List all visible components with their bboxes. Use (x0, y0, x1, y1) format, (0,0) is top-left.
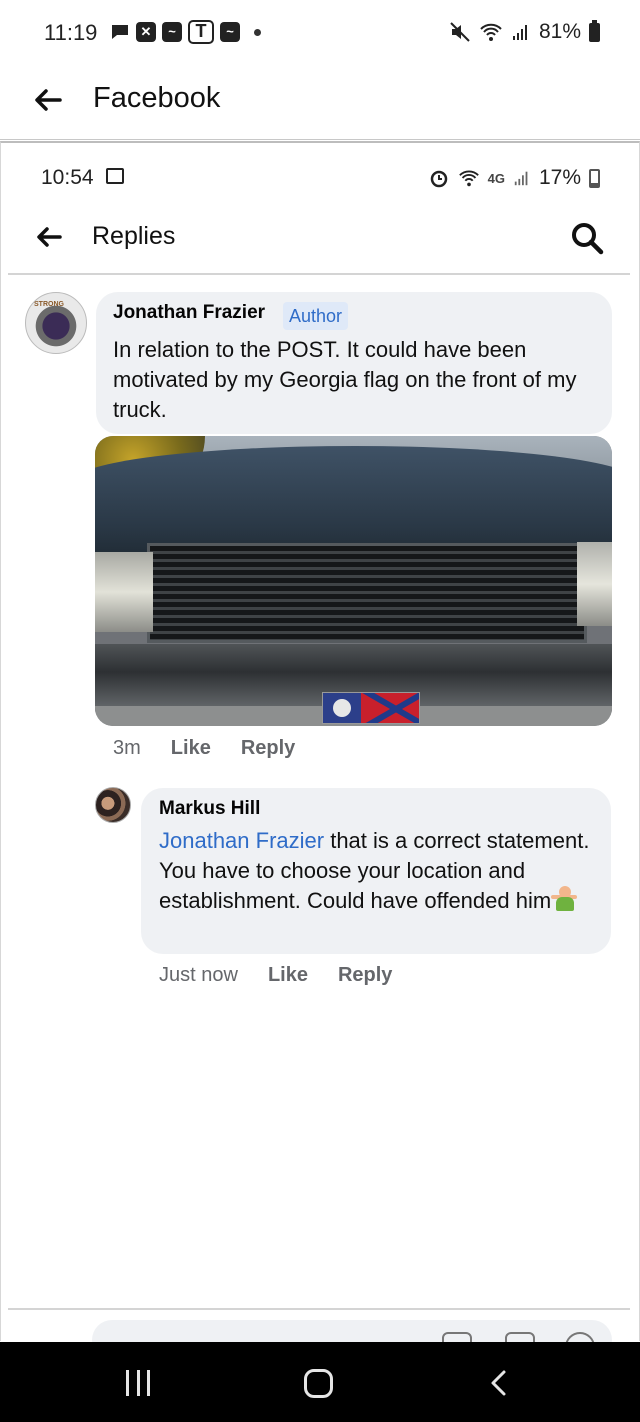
back-arrow-icon[interactable] (34, 222, 64, 252)
back-arrow-icon[interactable] (32, 84, 64, 116)
comment-photo-truck-grille[interactable] (95, 436, 612, 726)
person-shrugging-emoji-icon (551, 886, 578, 912)
comment-author-name[interactable]: Jonathan Frazier (113, 302, 265, 324)
like-button[interactable]: Like (268, 964, 308, 987)
reply-button[interactable]: Reply (338, 964, 392, 987)
home-icon[interactable] (304, 1369, 333, 1398)
signal-icon (512, 25, 527, 40)
reply-actions: Just now Like Reply (159, 964, 392, 987)
outer-status-time: 11:19 (44, 20, 98, 45)
comment-text: In relation to the POST. It could have b… (113, 337, 577, 422)
mention-link[interactable]: Jonathan Frazier (159, 828, 324, 853)
like-button[interactable]: Like (171, 737, 211, 760)
reply-timestamp: Just now (159, 964, 238, 986)
notification-icons: ✕ ~ T ~ (110, 20, 261, 44)
image-notification-icon (106, 168, 124, 184)
reply-button[interactable]: Reply (241, 737, 295, 760)
app-icon: ~ (162, 22, 182, 42)
outer-battery-text: 81% (538, 20, 581, 43)
message-icon (112, 25, 128, 39)
avatar[interactable]: STRONG (25, 292, 87, 354)
front-plate-flag (322, 692, 420, 724)
inner-status-right: 4G 17% (428, 166, 600, 190)
low-battery-icon (589, 168, 600, 188)
reply-text: Jonathan Frazier that is a correct state… (159, 826, 599, 916)
inner-battery-text: 17% (538, 166, 581, 189)
wifi-icon (458, 170, 479, 187)
replies-title: Replies (92, 222, 176, 250)
alarm-icon (430, 170, 447, 188)
recents-icon[interactable] (126, 1370, 150, 1396)
outer-app-header: Facebook (0, 64, 640, 140)
author-badge: Author (283, 302, 349, 330)
t-mobile-icon: T (188, 20, 214, 44)
inner-status-time: 10:54 (41, 166, 94, 189)
header-divider (8, 273, 630, 275)
comment-actions: 3m Like Reply (113, 737, 295, 760)
reply-author-name[interactable]: Markus Hill (159, 798, 260, 820)
system-navigation-bar (0, 1342, 640, 1422)
outer-status-bar: 11:19 ✕ ~ T ~ 81% (0, 0, 640, 64)
comment-timestamp: 3m (113, 737, 141, 759)
more-notifications-icon (254, 28, 261, 36)
outer-status-right: 81% (449, 19, 600, 44)
chat-icon: ✕ (136, 22, 156, 42)
app-icon: ~ (220, 22, 240, 42)
system-back-icon[interactable] (485, 1368, 515, 1398)
network-type-label: 4G (487, 170, 505, 186)
search-icon[interactable] (569, 220, 605, 256)
outer-header-title: Facebook (93, 82, 221, 114)
battery-icon (589, 19, 600, 42)
signal-icon (514, 171, 528, 186)
composer-divider (8, 1308, 630, 1310)
avatar[interactable] (95, 787, 131, 823)
mute-icon (450, 22, 470, 42)
wifi-icon (480, 23, 502, 41)
